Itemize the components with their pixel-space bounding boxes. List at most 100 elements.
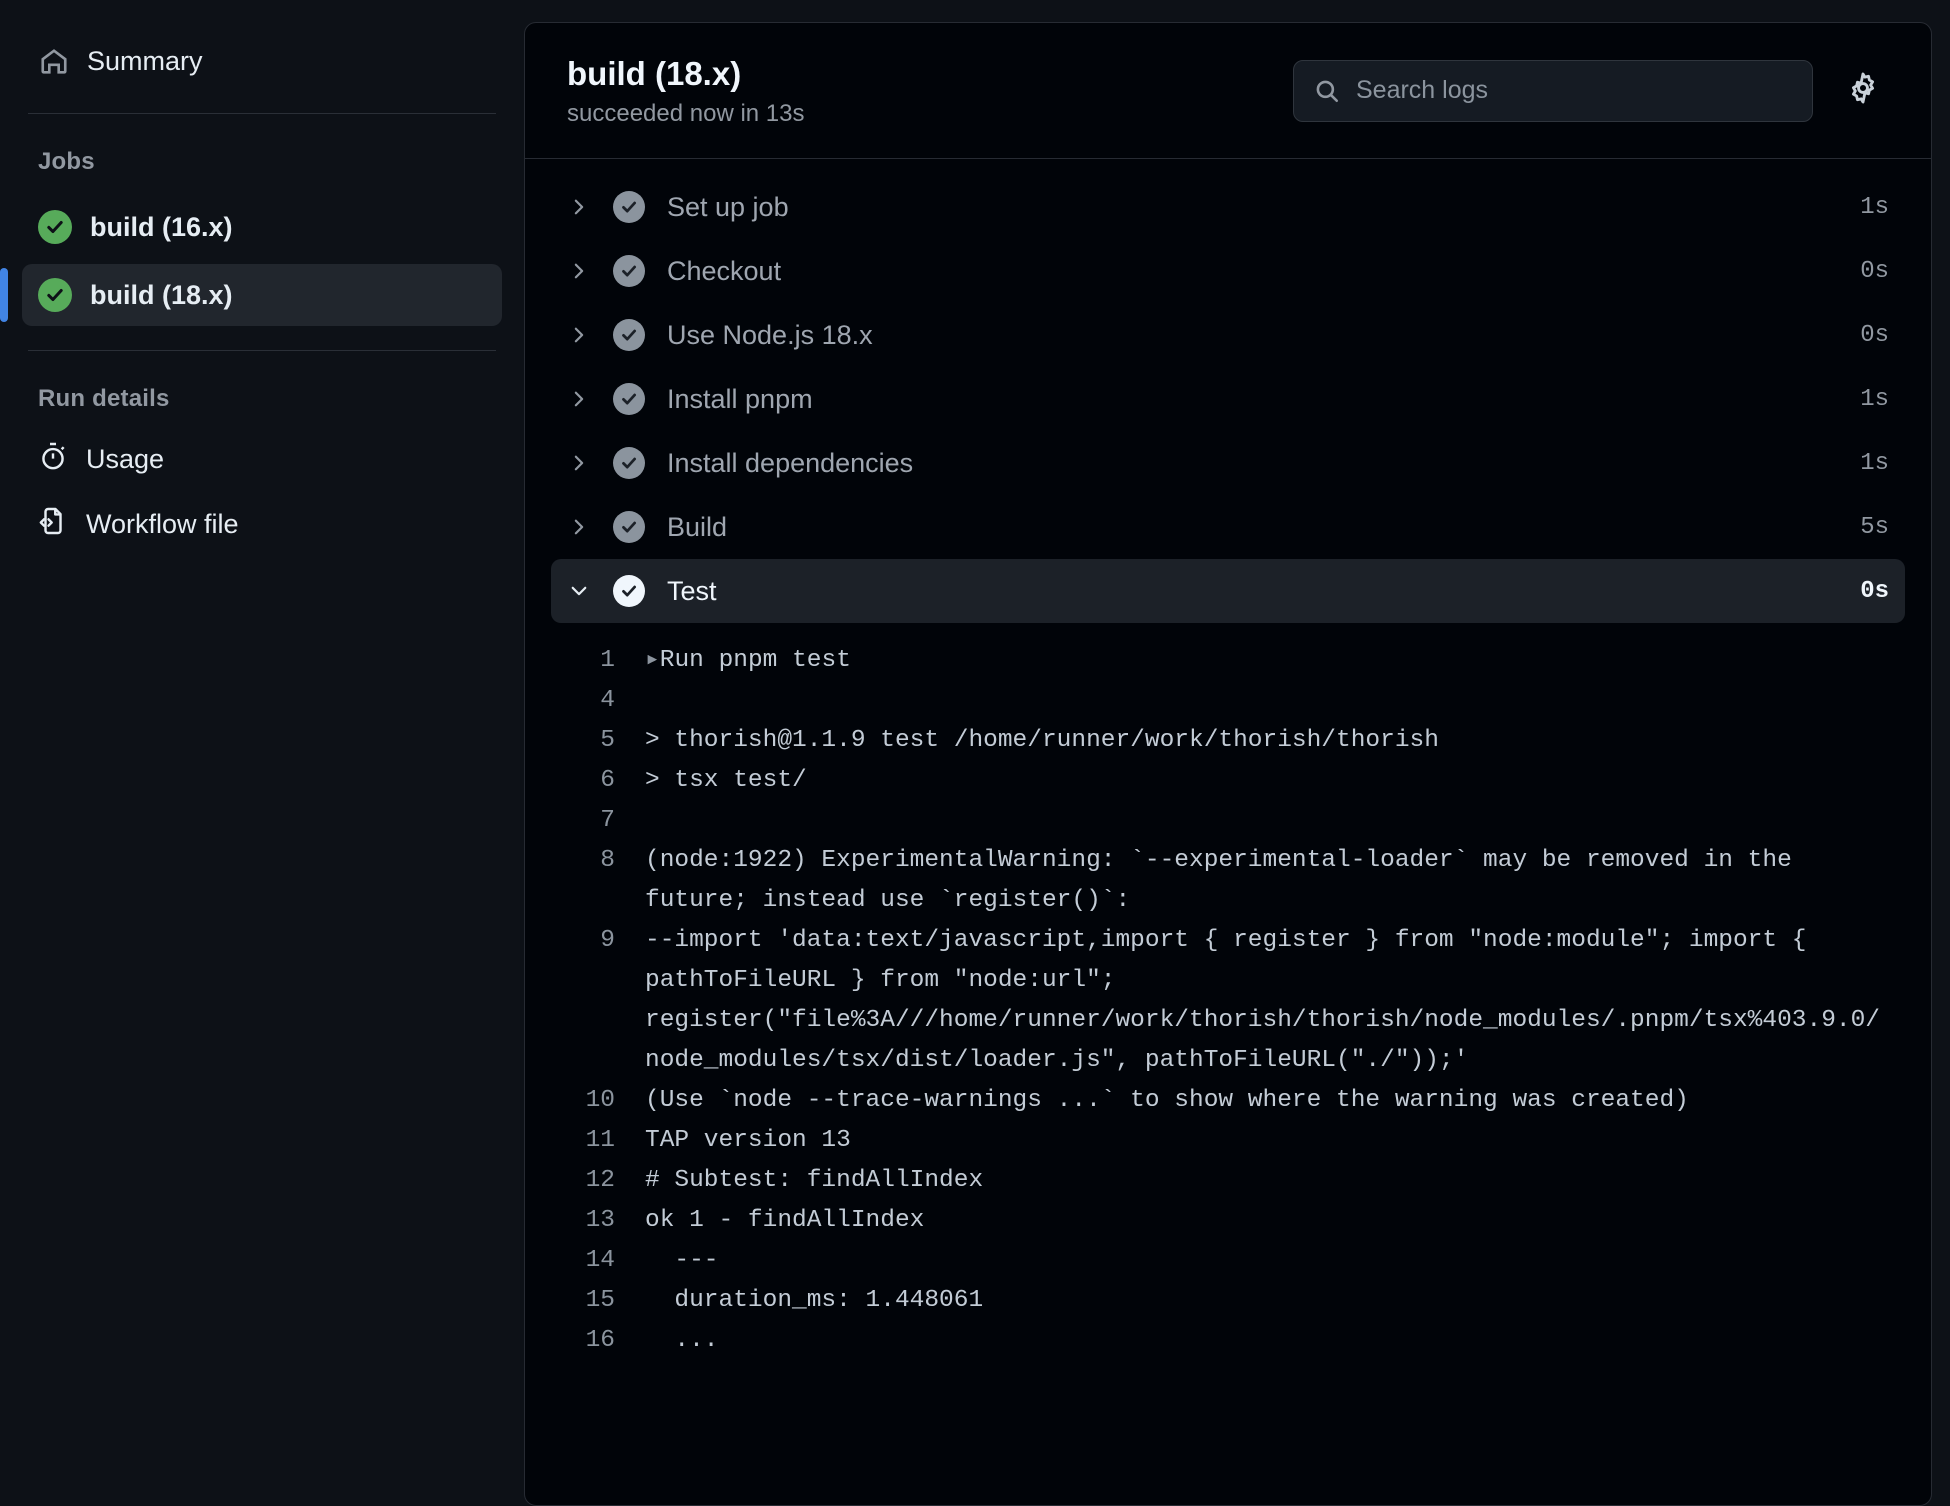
log-line[interactable]: 5 > thorish@1.1.9 test /home/runner/work… (525, 721, 1931, 761)
sidebar-item-workflow-file-label: Workflow file (86, 509, 239, 540)
stopwatch-icon (38, 441, 68, 478)
step-row[interactable]: Set up job 1s (551, 175, 1905, 239)
search-icon (1314, 78, 1340, 104)
log-output: 1 ▸Run pnpm test 4 5 > thorish@1.1.9 tes… (525, 623, 1931, 1361)
step-name: Set up job (667, 191, 789, 222)
log-line[interactable]: 16 ... (525, 1321, 1931, 1361)
chevron-right-icon (567, 453, 591, 473)
step-row[interactable]: Checkout 0s (551, 239, 1905, 303)
sidebar-run-details-heading: Run details (38, 385, 170, 413)
log-line-body: Run pnpm test (659, 647, 851, 675)
chevron-right-icon (567, 517, 591, 537)
log-line-number: 10 (585, 1087, 615, 1115)
panel-header-titles: build (18.x) succeeded now in 13s (567, 53, 1269, 128)
step-row[interactable]: Install pnpm 1s (551, 367, 1905, 431)
step-list: Set up job 1s Checkout 0s Use Node.js 18… (525, 159, 1931, 1505)
step-duration: 0s (1860, 257, 1889, 285)
page-title: build (18.x) (567, 55, 742, 92)
log-line[interactable]: 1 ▸Run pnpm test (525, 641, 1931, 681)
log-line-text: > tsx test/ (645, 767, 807, 795)
check-circle-icon (613, 191, 645, 224)
chevron-right-icon (567, 261, 591, 281)
step-row-test[interactable]: Test 0s (551, 559, 1905, 624)
step-name: Checkout (667, 255, 782, 286)
search-input[interactable] (1356, 76, 1792, 106)
chevron-right-icon (567, 197, 591, 217)
sidebar-job-label: build (16.x) (90, 211, 233, 242)
log-line-number: 11 (585, 1127, 615, 1155)
log-line[interactable]: 13 ok 1 - findAllIndex (525, 1201, 1931, 1241)
log-line-text: duration_ms: 1.448061 (645, 1287, 984, 1315)
log-line-text: ▸Run pnpm test (645, 641, 1891, 681)
search-logs-box[interactable] (1293, 59, 1813, 122)
log-line-number: 6 (600, 767, 615, 795)
check-circle-icon (613, 575, 645, 608)
step-name: Use Node.js 18.x (667, 319, 873, 350)
log-line[interactable]: 7 (525, 801, 1931, 841)
sidebar: Summary Jobs build (16.x) build (18.x) R… (0, 0, 524, 1506)
log-line-number: 15 (585, 1287, 615, 1315)
log-line[interactable]: 14 --- (525, 1241, 1931, 1281)
chevron-down-icon (567, 581, 591, 601)
log-line[interactable]: 4 (525, 681, 1931, 721)
sidebar-item-summary[interactable]: Summary (0, 34, 524, 89)
chevron-right-icon (567, 325, 591, 345)
log-line[interactable]: 8 (node:1922) ExperimentalWarning: `--ex… (525, 841, 1931, 921)
step-duration: 1s (1860, 385, 1889, 413)
step-row[interactable]: Install dependencies 1s (551, 431, 1905, 495)
gear-icon (1846, 71, 1880, 110)
sidebar-job-label: build (18.x) (90, 279, 233, 310)
file-code-icon (38, 506, 68, 543)
log-line-number: 5 (600, 727, 615, 755)
log-line-text: --import 'data:text/javascript,import { … (645, 927, 1881, 1075)
log-line-number: 4 (600, 687, 615, 715)
job-log-panel: build (18.x) succeeded now in 13s Search… (524, 22, 1932, 1506)
step-duration: 1s (1860, 193, 1889, 221)
sidebar-job-build-16x[interactable]: build (16.x) (22, 196, 502, 258)
check-circle-icon (613, 447, 645, 480)
sidebar-item-workflow-file[interactable]: Workflow file (0, 492, 524, 557)
log-line-number: 8 (600, 847, 615, 875)
settings-button[interactable] (1837, 65, 1889, 117)
log-line-text: # Subtest: findAllIndex (645, 1167, 984, 1195)
check-circle-green-icon (38, 278, 72, 313)
log-line[interactable]: 11 TAP version 13 (525, 1121, 1931, 1161)
log-line-text: ok 1 - findAllIndex (645, 1207, 925, 1235)
check-circle-icon (613, 511, 645, 544)
panel-header: build (18.x) succeeded now in 13s (525, 23, 1931, 160)
log-line[interactable]: 10 (Use `node --trace-warnings ...` to s… (525, 1081, 1931, 1121)
log-line-number: 1 (600, 647, 615, 675)
step-duration: 0s (1860, 577, 1889, 605)
triangle-right-icon: ▸ (645, 647, 660, 675)
sidebar-jobs-heading: Jobs (38, 148, 95, 176)
log-line-number: 13 (585, 1207, 615, 1235)
sidebar-summary-section: Summary (0, 0, 524, 89)
check-circle-icon (613, 319, 645, 352)
log-line-number: 12 (585, 1167, 615, 1195)
log-line[interactable]: 9 --import 'data:text/javascript,import … (525, 921, 1931, 1081)
step-name: Test (667, 575, 717, 606)
log-line-number: 7 (600, 807, 615, 835)
log-line[interactable]: 6 > tsx test/ (525, 761, 1931, 801)
chevron-right-icon (567, 389, 591, 409)
step-row[interactable]: Use Node.js 18.x 0s (551, 303, 1905, 367)
step-name: Install pnpm (667, 383, 813, 414)
log-line-number: 14 (585, 1247, 615, 1275)
step-duration: 1s (1860, 449, 1889, 477)
workflow-run-page: Summary Jobs build (16.x) build (18.x) R… (0, 0, 1950, 1506)
step-row[interactable]: Build 5s (551, 495, 1905, 559)
check-circle-green-icon (38, 210, 72, 245)
step-duration: 0s (1860, 321, 1889, 349)
sidebar-item-summary-label: Summary (87, 46, 203, 76)
log-line-text: > thorish@1.1.9 test /home/runner/work/t… (645, 727, 1439, 755)
log-line-text: TAP version 13 (645, 1127, 851, 1155)
log-line-number: 9 (600, 927, 615, 955)
step-duration: 5s (1860, 513, 1889, 541)
log-line[interactable]: 12 # Subtest: findAllIndex (525, 1161, 1931, 1201)
sidebar-job-build-18x[interactable]: build (18.x) (0, 264, 502, 327)
step-name: Install dependencies (667, 447, 914, 478)
check-circle-icon (613, 255, 645, 288)
log-line-text: (node:1922) ExperimentalWarning: `--expe… (645, 847, 1807, 915)
log-line[interactable]: 15 duration_ms: 1.448061 (525, 1281, 1931, 1321)
sidebar-item-usage[interactable]: Usage (0, 427, 524, 492)
